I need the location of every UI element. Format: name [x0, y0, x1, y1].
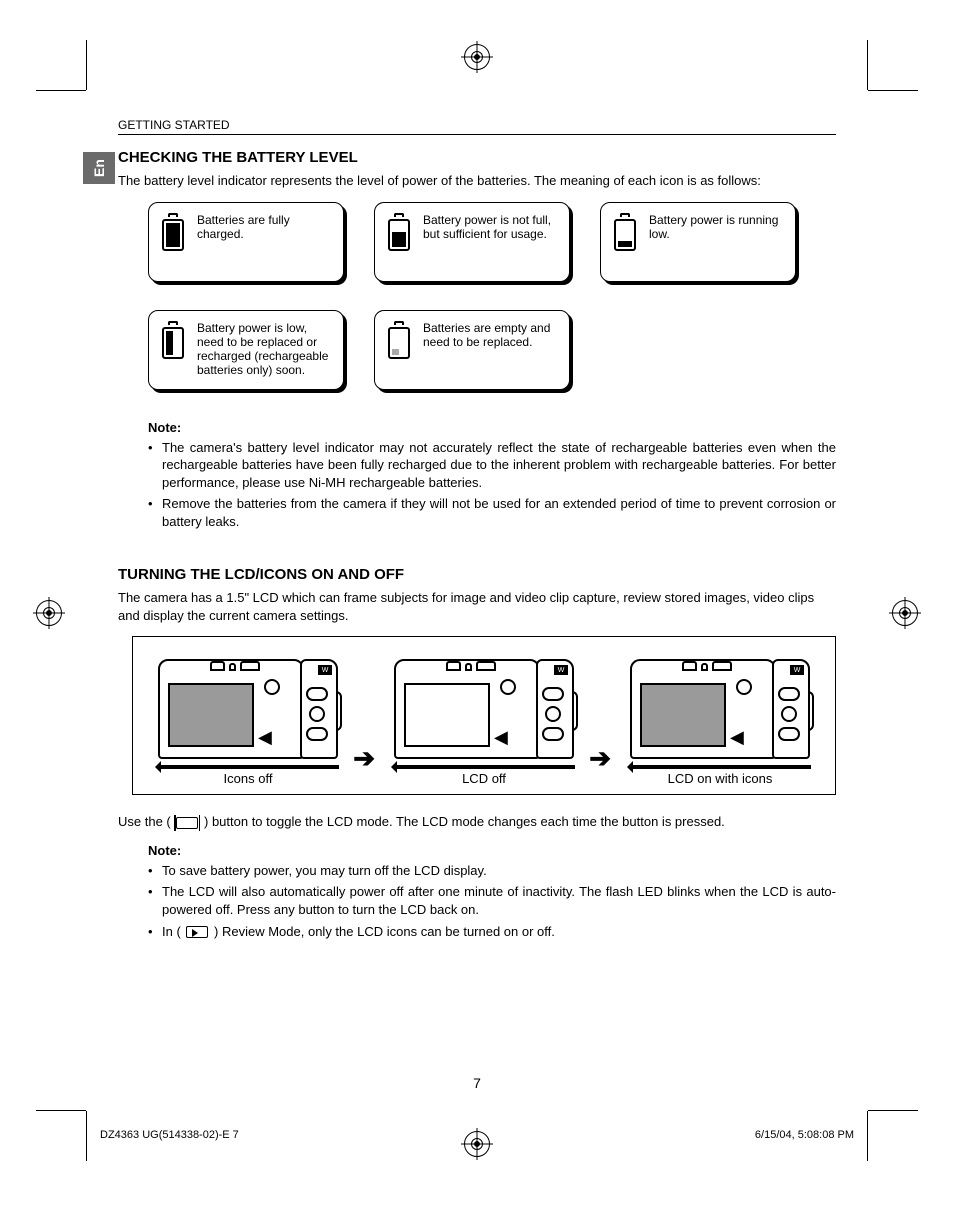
- lcd-caption: LCD on with icons: [619, 771, 821, 786]
- arrow-right-icon: ➔: [589, 743, 611, 774]
- battery-card-text: Battery power is low, need to be replace…: [197, 321, 333, 377]
- lcd-diagram-row: W ◀ Icons off ➔ W: [132, 636, 836, 795]
- heading-lcd: TURNING THE LCD/ICONS ON AND OFF: [118, 566, 836, 583]
- note-item: In ( ) Review Mode, only the LCD icons c…: [148, 923, 836, 941]
- registration-mark-icon: [892, 600, 918, 626]
- battery-cards: Batteries are fully charged. Battery pow…: [148, 202, 836, 390]
- battery-low-flashing-icon: [159, 321, 187, 359]
- print-footer: DZ4363 UG(514338-02)-E 7 6/15/04, 5:08:0…: [100, 1129, 854, 1141]
- page-number: 7: [118, 1075, 836, 1091]
- battery-empty-icon: [385, 321, 413, 359]
- battery-card-empty: Batteries are empty and need to be repla…: [374, 310, 570, 390]
- lcd-screen-icon: [404, 683, 490, 747]
- battery-one-third-icon: [611, 213, 639, 251]
- registration-mark-icon: [464, 44, 490, 70]
- lcd-state-off: W ◀ LCD off ➔: [383, 651, 585, 786]
- language-tab: En: [83, 152, 115, 184]
- heading-battery: CHECKING THE BATTERY LEVEL: [118, 149, 836, 166]
- lcd-caption: Icons off: [147, 771, 349, 786]
- battery-card-replace-soon: Battery power is low, need to be replace…: [148, 310, 344, 390]
- arrow-right-icon: ➔: [353, 743, 375, 774]
- battery-card-low: Battery power is running low.: [600, 202, 796, 282]
- lcd-intro: The camera has a 1.5" LCD which can fram…: [118, 589, 836, 624]
- lcd-caption: LCD off: [383, 771, 585, 786]
- footer-timestamp: 6/15/04, 5:08:08 PM: [755, 1129, 854, 1141]
- arrow-icon: ◀: [730, 727, 744, 748]
- note-item: To save battery power, you may turn off …: [148, 862, 836, 880]
- battery-note-block: Note: The camera's battery level indicat…: [148, 420, 836, 531]
- battery-intro: The battery level indicator represents t…: [118, 172, 836, 190]
- lcd-screen-icon: [640, 683, 726, 747]
- arrow-icon: ◀: [258, 727, 272, 748]
- footer-doc-id: DZ4363 UG(514338-02)-E 7: [100, 1129, 239, 1141]
- section-header: GETTING STARTED: [118, 118, 836, 135]
- lcd-toggle-icon: [176, 817, 198, 829]
- battery-card-full: Batteries are fully charged.: [148, 202, 344, 282]
- battery-card-text: Battery power is running low.: [649, 213, 785, 241]
- lcd-note-block: Note: To save battery power, you may tur…: [148, 843, 836, 940]
- lcd-screen-icon: [168, 683, 254, 747]
- note-item: The LCD will also automatically power of…: [148, 883, 836, 918]
- arrow-icon: ◀: [494, 727, 508, 748]
- note-item: Remove the batteries from the camera if …: [148, 495, 836, 530]
- battery-card-text: Batteries are fully charged.: [197, 213, 333, 241]
- review-mode-icon: [186, 926, 208, 938]
- battery-card-sufficient: Battery power is not full, but sufficien…: [374, 202, 570, 282]
- lcd-usage: Use the ( ) button to toggle the LCD mod…: [118, 813, 836, 831]
- battery-card-text: Batteries are empty and need to be repla…: [423, 321, 559, 349]
- battery-card-text: Battery power is not full, but sufficien…: [423, 213, 559, 241]
- battery-two-thirds-icon: [385, 213, 413, 251]
- battery-full-icon: [159, 213, 187, 251]
- note-title: Note:: [148, 420, 836, 435]
- note-item: The camera's battery level indicator may…: [148, 439, 836, 492]
- lcd-state-icons-off: W ◀ Icons off ➔: [147, 651, 349, 786]
- lcd-state-on-icons: W ◀ LCD on with icons: [619, 651, 821, 786]
- registration-mark-icon: [36, 600, 62, 626]
- note-title: Note:: [148, 843, 836, 858]
